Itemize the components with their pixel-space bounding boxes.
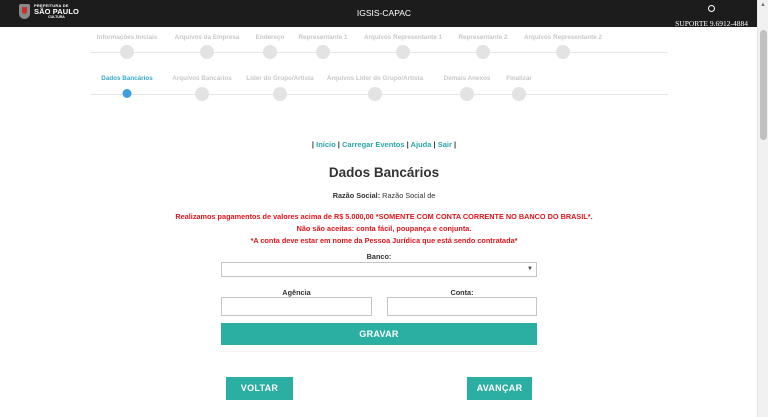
step-arquivos-representante-1[interactable]: Arquivos Representante 1 [364, 34, 442, 41]
step-arquivos-bancarios[interactable]: Arquivos Bancários [172, 75, 232, 82]
step-dot[interactable] [316, 45, 330, 59]
step-dot[interactable] [120, 45, 134, 59]
step-dot[interactable] [460, 87, 474, 101]
step-representante-1[interactable]: Representante 1 [299, 34, 348, 41]
progress-steps-row1: Informações Iniciais Arquivos da Empresa… [90, 34, 668, 64]
step-arquivos-empresa[interactable]: Arquivos da Empresa [175, 34, 240, 41]
step-dot[interactable] [200, 45, 214, 59]
nav-sep: | [337, 140, 340, 149]
conta-label: Conta: [450, 288, 474, 297]
top-bar: PREFEITURA DE SÃO PAULO CULTURA IGSIS-CA… [0, 0, 768, 28]
nav-sep: | [453, 140, 457, 149]
banco-label: Banco: [366, 252, 392, 261]
step-arquivos-lider-grupo[interactable]: Arquivos Líder do Grupo/Artista [327, 75, 423, 82]
scroll-up-icon[interactable]: ▲ [760, 2, 766, 8]
step-dados-bancarios[interactable]: Dados Bancários [101, 75, 152, 82]
warning-line3: *A conta deve estar em nome da Pessoa Ju… [250, 236, 518, 245]
nav-sair-link[interactable]: Sair [438, 140, 452, 149]
nav-sep: | [311, 140, 315, 149]
step-dot[interactable] [273, 87, 287, 101]
banco-select[interactable]: ▼ [221, 262, 537, 277]
app-title: IGSIS-CAPAC [356, 8, 412, 18]
step-dot[interactable] [476, 45, 490, 59]
step-dot-active[interactable] [122, 89, 132, 98]
avancar-button[interactable]: AVANÇAR [467, 377, 532, 400]
razao-social: Razão Social: Razão Social de [0, 191, 768, 200]
scrollbar-thumb[interactable] [760, 30, 767, 140]
step-dot[interactable] [556, 45, 570, 59]
page-title: Dados Bancários [328, 165, 440, 180]
steps-line [90, 52, 668, 53]
conta-field[interactable] [387, 297, 537, 316]
nav-ajuda-link[interactable]: Ajuda [411, 140, 432, 149]
warning-line2: Não são aceitas: conta fácil, poupança e… [296, 224, 472, 233]
progress-steps-row2: Dados Bancários Arquivos Bancários Líder… [90, 75, 668, 105]
top-nav-links: | Início | Carregar Eventos | Ajuda | Sa… [0, 140, 768, 149]
razao-social-label: Razão Social: [332, 191, 381, 200]
step-dot[interactable] [263, 45, 277, 59]
step-informacoes-iniciais[interactable]: Informações Iniciais [97, 34, 158, 41]
agencia-field[interactable] [221, 297, 372, 316]
chevron-down-icon: ▼ [527, 266, 533, 272]
support-contact[interactable]: SUPORTE 9.6912-4884 [675, 5, 748, 31]
step-finalizar[interactable]: Finalizar [506, 75, 532, 82]
voltar-button[interactable]: VOLTAR [226, 377, 293, 400]
scrollbar[interactable]: ▲ [757, 0, 768, 417]
step-representante-2[interactable]: Representante 2 [459, 34, 508, 41]
nav-carregar-eventos-link[interactable]: Carregar Eventos [342, 140, 405, 149]
nav-sep: | [406, 140, 409, 149]
nav-inicio-link[interactable]: Início [316, 140, 336, 149]
whatsapp-icon [708, 5, 716, 12]
support-text: SUPORTE 9.6912-4884 [675, 19, 748, 28]
divider [221, 351, 537, 352]
step-arquivos-representante-2[interactable]: Arquivos Representante 2 [524, 34, 602, 41]
gravar-button[interactable]: GRAVAR [221, 323, 537, 345]
step-lider-grupo[interactable]: Líder do Grupo/Artista [246, 75, 313, 82]
agencia-label: Agência [282, 288, 311, 297]
step-dot[interactable] [195, 87, 209, 101]
step-dot[interactable] [396, 45, 410, 59]
razao-social-value: Razão Social de [382, 191, 436, 200]
step-dot[interactable] [368, 87, 382, 101]
step-dot[interactable] [512, 87, 526, 101]
step-endereco[interactable]: Endereço [256, 34, 285, 41]
step-demais-anexos[interactable]: Demais Anexos [444, 75, 491, 82]
warning-line1: Realizamos pagamentos de valores acima d… [175, 212, 593, 221]
nav-sep: | [433, 140, 436, 149]
